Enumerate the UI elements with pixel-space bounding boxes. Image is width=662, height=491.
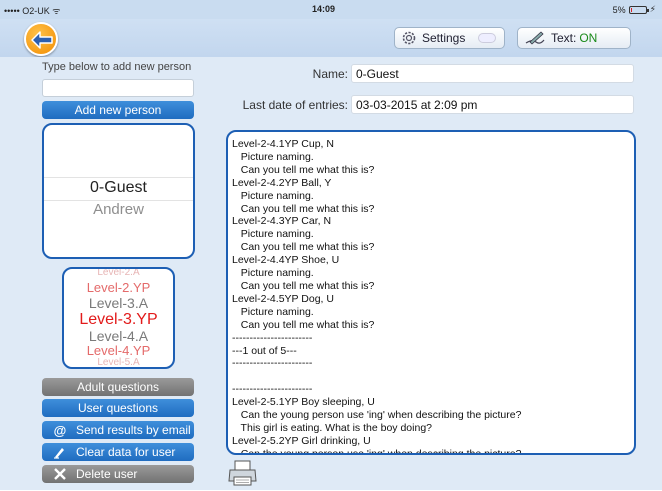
add-new-person-button[interactable]: Add new person xyxy=(42,101,194,119)
log-line: Picture naming. xyxy=(232,267,314,280)
log-line: Picture naming. xyxy=(232,189,314,202)
new-person-input[interactable] xyxy=(42,79,194,97)
top-toolbar: Settings Text: ON xyxy=(0,19,662,57)
people-picker[interactable]: 0-Guest Andrew xyxy=(42,123,195,259)
app-window: ••••• O2-UK ᯤ 14:09 5% ⚡ Settings Text: … xyxy=(0,0,662,490)
log-line: Can you tell me what this is? xyxy=(232,202,375,215)
settings-toggle[interactable] xyxy=(478,33,496,43)
log-line: Can the young person use 'ing' when desc… xyxy=(232,447,522,455)
delete-user-button[interactable]: Delete user xyxy=(42,465,194,483)
printer-icon xyxy=(228,460,257,486)
text-state-value: ON xyxy=(579,31,598,45)
log-line: This girl is eating. What is the boy doi… xyxy=(232,421,432,434)
gear-icon xyxy=(401,30,417,46)
log-line: Level-2-4.2YP Ball, Y xyxy=(232,176,332,189)
user-questions-button[interactable]: User questions xyxy=(42,399,194,417)
status-bar: ••••• O2-UK ᯤ 14:09 5% ⚡ xyxy=(0,0,662,19)
clear-data-button[interactable]: Clear data for user xyxy=(42,443,194,461)
send-results-email-button[interactable]: @ Send results by email xyxy=(42,421,194,439)
settings-label: Settings xyxy=(422,31,466,45)
name-label: Name: xyxy=(312,67,348,81)
log-line: Level-2-5.2YP Girl drinking, U xyxy=(232,434,371,447)
log-line: Can you tell me what this is? xyxy=(232,318,375,331)
name-field: 0-Guest xyxy=(351,64,634,83)
log-line: Can you tell me what this is? xyxy=(232,241,375,254)
clock: 14:09 xyxy=(312,4,336,14)
log-line: ----------------------- xyxy=(232,383,313,396)
log-line: Picture naming. xyxy=(232,228,314,241)
log-line: Level-2-5.1YP Boy sleeping, U xyxy=(232,396,375,409)
log-line: ---1 out of 5--- xyxy=(232,344,297,357)
battery-indicator: 5% ⚡ xyxy=(613,4,656,15)
last-date-label: Last date of entries: xyxy=(242,98,348,112)
pen-writing-icon xyxy=(524,30,546,46)
log-line: ----------------------- xyxy=(232,331,313,344)
log-line: Level-2-4.5YP Dog, U xyxy=(232,292,334,305)
results-log[interactable]: Level-2-4.1YP Cup, N Picture naming. Can… xyxy=(226,130,636,455)
send-results-label: Send results by email xyxy=(76,423,191,437)
log-line: Can the young person use 'ing' when desc… xyxy=(232,409,522,422)
at-sign-icon: @ xyxy=(53,422,67,438)
level-option[interactable]: Level-4.A xyxy=(64,328,173,344)
log-line: Level-2-4.4YP Shoe, U xyxy=(232,254,340,267)
log-line: Picture naming. xyxy=(232,150,314,163)
eraser-pencil-icon xyxy=(52,444,68,460)
log-line: Level-2-4.3YP Car, N xyxy=(232,215,332,228)
battery-fill xyxy=(630,7,632,12)
level-option[interactable]: Level-3.A xyxy=(64,295,173,311)
last-date-field: 03-03-2015 at 2:09 pm xyxy=(351,95,634,114)
level-picker[interactable]: Level-2.A Level-2.YP Level-3.A Level-3.YP Le… xyxy=(62,267,175,369)
log-line: Can you tell me what this is? xyxy=(232,279,375,292)
text-toggle-button[interactable]: Text: ON xyxy=(517,27,631,49)
person-option[interactable]: Andrew xyxy=(44,201,193,218)
back-button[interactable] xyxy=(24,22,58,56)
results-log-text: Level-2-4.1YP Cup, N Picture naming. Can… xyxy=(232,138,630,455)
add-person-hint: Type below to add new person xyxy=(42,61,192,73)
print-button[interactable] xyxy=(228,460,258,486)
battery-icon xyxy=(628,5,649,14)
delete-user-label: Delete user xyxy=(76,467,138,481)
log-line: ----------------------- xyxy=(232,357,313,370)
delete-x-icon xyxy=(52,466,68,482)
back-arrow-icon xyxy=(31,31,53,49)
log-line: Picture naming. xyxy=(232,305,314,318)
level-option[interactable]: Level-4.YP xyxy=(64,343,173,358)
log-line: Can you tell me what this is? xyxy=(232,163,375,176)
log-line: Level-2-4.1YP Cup, N xyxy=(232,138,334,150)
picker-divider xyxy=(44,177,193,178)
left-panel: Type below to add new person Add new per… xyxy=(0,57,217,490)
person-option-selected[interactable]: 0-Guest xyxy=(44,179,193,197)
carrier-label: ••••• O2-UK ᯤ xyxy=(4,6,61,16)
level-option[interactable]: Level-5.A xyxy=(64,357,173,367)
text-label: Text: xyxy=(551,31,577,45)
level-option[interactable]: Level-2.YP xyxy=(64,280,173,295)
battery-percent: 5% xyxy=(612,4,626,15)
charging-icon: ⚡ xyxy=(649,4,656,14)
level-option[interactable]: Level-2.A xyxy=(64,269,173,278)
clear-data-label: Clear data for user xyxy=(76,445,176,459)
adult-questions-button[interactable]: Adult questions xyxy=(42,378,194,396)
level-option[interactable]: Level-3.YP xyxy=(64,311,173,329)
settings-button[interactable]: Settings xyxy=(394,27,505,49)
